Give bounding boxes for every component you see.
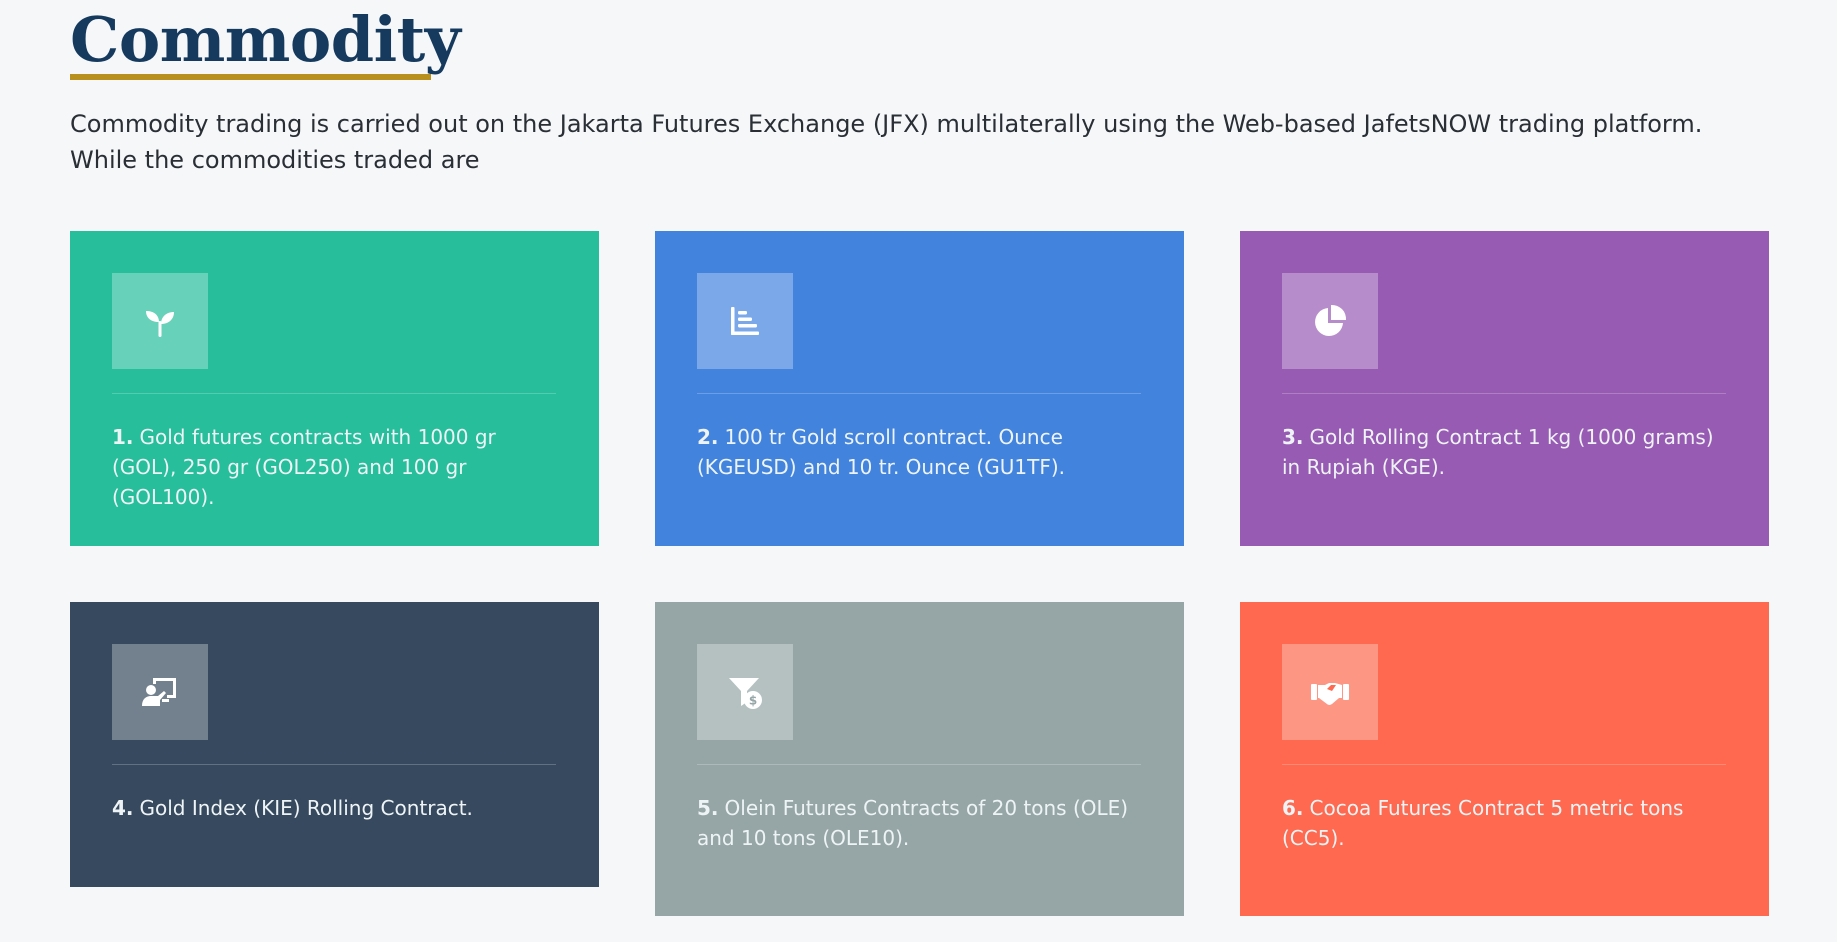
card-description: Cocoa Futures Contract 5 metric tons (CC…	[1282, 796, 1684, 850]
card-number: 6.	[1282, 796, 1304, 820]
card-number: 4.	[112, 796, 134, 820]
card-divider	[697, 764, 1141, 765]
card-divider	[112, 393, 556, 394]
card-number: 2.	[697, 425, 719, 449]
card-description: 100 tr Gold scroll contract. Ounce (KGEU…	[697, 425, 1065, 479]
svg-text:$: $	[749, 694, 757, 708]
card-number: 1.	[112, 425, 134, 449]
commodity-card-3: 3. Gold Rolling Contract 1 kg (1000 grams…	[1240, 231, 1769, 546]
title-underline	[70, 74, 431, 80]
card-text: 5. Olein Futures Contracts of 20 tons (OL…	[697, 793, 1141, 853]
card-text: 6. Cocoa Futures Contract 5 metric tons (…	[1282, 793, 1726, 853]
commodity-page: Commodity Commodity trading is carried o…	[0, 0, 1837, 942]
card-text: 4. Gold Index (KIE) Rolling Contract.	[112, 793, 556, 823]
card-divider	[697, 393, 1141, 394]
card-description: Gold Index (KIE) Rolling Contract.	[139, 796, 473, 820]
bar-chart-icon	[697, 273, 793, 369]
seedling-icon	[112, 273, 208, 369]
card-text: 2. 100 tr Gold scroll contract. Ounce (KG…	[697, 422, 1141, 482]
handshake-icon	[1282, 644, 1378, 740]
page-title: Commodity	[70, 3, 461, 76]
commodity-card-1: 1. Gold futures contracts with 1000 gr (G…	[70, 231, 599, 546]
card-text: 1. Gold futures contracts with 1000 gr (G…	[112, 422, 556, 512]
commodity-card-4: 4. Gold Index (KIE) Rolling Contract.	[70, 602, 599, 887]
intro-paragraph: Commodity trading is carried out on the …	[70, 110, 1703, 174]
card-number: 3.	[1282, 425, 1304, 449]
commodity-card-2: 2. 100 tr Gold scroll contract. Ounce (KG…	[655, 231, 1184, 546]
card-number: 5.	[697, 796, 719, 820]
card-divider	[1282, 393, 1726, 394]
presenter-icon	[112, 644, 208, 740]
card-divider	[1282, 764, 1726, 765]
card-description: Olein Futures Contracts of 20 tons (OLE)…	[697, 796, 1129, 850]
funnel-dollar-icon: $	[697, 644, 793, 740]
card-text: 3. Gold Rolling Contract 1 kg (1000 grams…	[1282, 422, 1726, 482]
card-divider	[112, 764, 556, 765]
card-description: Gold futures contracts with 1000 gr (GOL…	[112, 425, 496, 509]
commodity-card-6: 6. Cocoa Futures Contract 5 metric tons (…	[1240, 602, 1769, 916]
commodity-card-5: $ 5. Olein Futures Contracts of 20 tons (…	[655, 602, 1184, 916]
pie-chart-icon	[1282, 273, 1378, 369]
card-description: Gold Rolling Contract 1 kg (1000 grams) …	[1282, 425, 1714, 479]
